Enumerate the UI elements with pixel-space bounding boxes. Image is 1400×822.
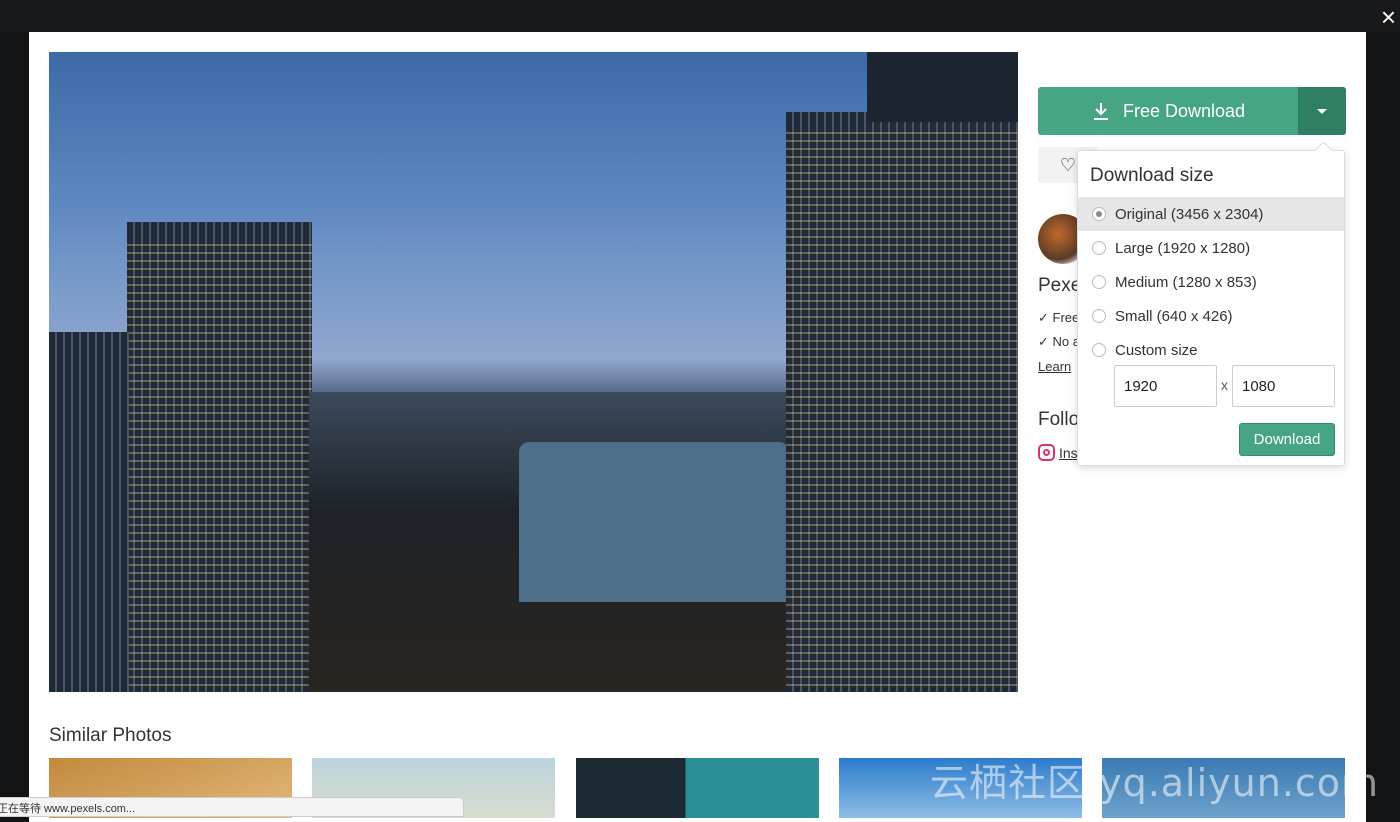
- download-size-title: Download size: [1090, 165, 1214, 186]
- learn-more-link[interactable]: Learn: [1038, 359, 1071, 374]
- radio-selected[interactable]: [1092, 207, 1106, 221]
- instagram-icon: [1038, 444, 1055, 461]
- dimension-separator: x: [1221, 377, 1228, 393]
- option-label: Custom size: [1115, 341, 1198, 359]
- radio[interactable]: [1092, 343, 1106, 357]
- building-far-left: [49, 332, 129, 692]
- radio[interactable]: [1092, 241, 1106, 255]
- main-photo: [49, 52, 1018, 692]
- caret-down-icon: [1317, 108, 1327, 114]
- size-option-original[interactable]: Original (3456 x 2304): [1078, 197, 1344, 231]
- site-header-dimmed: [0, 0, 1400, 32]
- license-heading: Pexe: [1038, 275, 1082, 296]
- similar-photos-heading: Similar Photos: [49, 725, 172, 746]
- building-lights: [786, 132, 1018, 692]
- license-check: ✓ Free: [1038, 310, 1080, 325]
- license-check: ✓ No a: [1038, 334, 1080, 349]
- close-modal-button[interactable]: ×: [1381, 4, 1396, 30]
- option-label: Small (640 x 426): [1115, 307, 1233, 325]
- size-option-small[interactable]: Small (640 x 426): [1078, 299, 1344, 333]
- radio[interactable]: [1092, 309, 1106, 323]
- download-icon: [1093, 103, 1108, 120]
- option-label: Original (3456 x 2304): [1115, 205, 1264, 223]
- custom-height-input[interactable]: [1232, 365, 1335, 407]
- free-download-label: Free Download: [1122, 100, 1246, 121]
- building-lights: [127, 242, 312, 692]
- free-download-button[interactable]: Free Download: [1038, 87, 1346, 135]
- option-label: Large (1920 x 1280): [1115, 239, 1251, 257]
- download-size-toggle[interactable]: [1298, 87, 1346, 135]
- radio[interactable]: [1092, 275, 1106, 289]
- custom-width-input[interactable]: [1114, 365, 1217, 407]
- similar-photo[interactable]: [576, 758, 819, 818]
- browser-status-bar: 正在等待 www.pexels.com...: [0, 797, 464, 817]
- stadium-roof: [519, 442, 789, 602]
- building-top: [867, 52, 1018, 122]
- size-option-large[interactable]: Large (1920 x 1280): [1078, 231, 1344, 265]
- follow-heading: Follo: [1038, 409, 1080, 430]
- watermark: 云栖社区 yq.aliyun.com: [930, 761, 1380, 805]
- size-option-custom[interactable]: Custom size: [1078, 333, 1344, 367]
- download-size-popup: Download size Original (3456 x 2304) Lar…: [1077, 150, 1345, 466]
- size-option-medium[interactable]: Medium (1280 x 853): [1078, 265, 1344, 299]
- free-download-main[interactable]: Free Download: [1038, 87, 1298, 135]
- option-label: Medium (1280 x 853): [1115, 273, 1257, 291]
- heart-icon: ♡: [1059, 154, 1077, 175]
- download-button[interactable]: Download: [1239, 423, 1335, 456]
